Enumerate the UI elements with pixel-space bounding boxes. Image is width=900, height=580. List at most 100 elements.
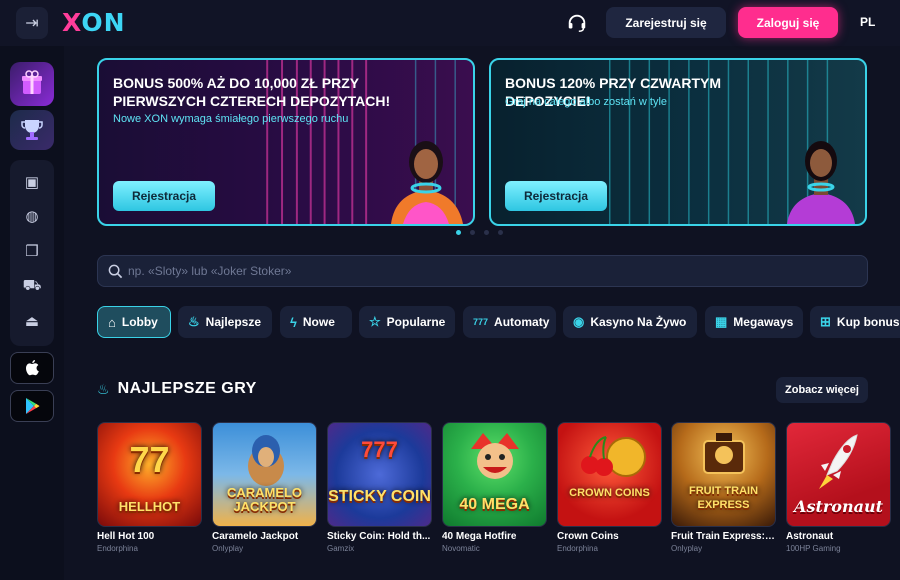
promo-banner-welcome[interactable]: BONUS 500% AŻ DO 10,000 ZŁ PRZY PIERWSZY… (97, 58, 475, 226)
game-card[interactable]: 777 STICKY COIN Sticky Coin: Hold th... … (327, 422, 432, 553)
slot-777-icon: 777 (473, 317, 489, 327)
sidebar-bonus-gift[interactable] (10, 62, 54, 106)
game-title: Sticky Coin: Hold th... (327, 531, 431, 542)
basketball-icon: ◍ (25, 208, 39, 225)
banner-register-button[interactable]: Rejestracja (113, 181, 215, 211)
live-chip-icon: ◉ (573, 314, 585, 329)
carousel-dot[interactable] (484, 230, 489, 235)
tab-automaty[interactable]: 777 Automaty (463, 306, 556, 338)
megaways-icon: ▦ (715, 314, 728, 329)
game-thumbnail[interactable]: 777 STICKY COIN (327, 422, 432, 527)
game-card[interactable]: FRUIT TRAIN EXPRESS Fruit Train Express:… (671, 422, 776, 553)
sidebar-item-sports[interactable]: ◍ (10, 201, 54, 231)
game-thumbnail[interactable]: 77 HELLHOT (97, 422, 202, 527)
game-card[interactable]: CROWN COINS Crown Coins Endorphina (557, 422, 662, 553)
game-card[interactable]: 77 HELLHOT Hell Hot 100 Endorphina (97, 422, 202, 553)
headset-support-icon[interactable] (566, 12, 588, 34)
slot-machine-icon: ▣ (24, 174, 40, 191)
section-header: ♨ NAJLEPSZE GRY (97, 380, 257, 398)
sidebar-item-promotions[interactable]: ❒ (10, 236, 54, 266)
banner-subtitle: Nowe XON wymaga śmiałego pierwszego ruch… (113, 113, 349, 125)
google-play-button[interactable] (10, 390, 54, 422)
game-title: Astronaut (786, 531, 834, 542)
game-thumbnail[interactable]: 40 MEGA (442, 422, 547, 527)
flame-icon: ♨ (97, 380, 110, 397)
game-search (97, 255, 868, 287)
carousel-dot[interactable] (470, 230, 475, 235)
tab-popularne[interactable]: ☆ Popularne (359, 306, 455, 338)
sidebar: ▣ ◍ ❒ ⛟ ⏏ (0, 46, 64, 580)
tab-megaways[interactable]: ▦ Megaways (705, 306, 803, 338)
banner-subtitle: Graj na całego albo zostań w tyle (505, 96, 668, 108)
language-selector[interactable]: PL (860, 15, 875, 29)
cart-icon: ⛟ (22, 276, 42, 294)
female-character-illustration (391, 141, 463, 224)
category-tabs: ⌂ Lobby ♨ Najlepsze ϟ Nowe ☆ Popularne 777 Au… (97, 306, 900, 338)
game-provider: Endorphina (97, 544, 138, 553)
tab-najlepsze[interactable]: ♨ Najlepsze (178, 306, 272, 338)
train-art (703, 433, 745, 474)
game-title: Crown Coins (557, 531, 619, 542)
trophy-icon (21, 120, 43, 140)
apple-icon (26, 360, 39, 376)
sidebar-tournaments[interactable] (10, 110, 54, 150)
llama-character-art (248, 435, 284, 486)
game-provider: Onlyplay (671, 544, 703, 553)
tab-kasyno-na-zywo[interactable]: ◉ Kasyno Na Żywo (563, 306, 697, 338)
login-button[interactable]: Zaloguj się (738, 7, 838, 38)
rocket-art (819, 434, 858, 489)
tab-lobby[interactable]: ⌂ Lobby (97, 306, 171, 338)
carousel-dot[interactable] (498, 230, 503, 235)
gift-box-icon (22, 70, 42, 94)
game-provider: Gamzix (327, 544, 355, 553)
carousel-dot[interactable] (456, 230, 461, 235)
promo-banner-fourth-deposit[interactable]: BONUS 120% PRZY CZWARTYM DEPOZYCIE! Graj… (489, 58, 867, 226)
jester-character-art (471, 433, 519, 479)
lightning-icon: ϟ (290, 314, 297, 330)
game-provider: 100HP Gaming (786, 544, 841, 553)
banner-title: BONUS 500% AŻ DO 10,000 ZŁ PRZY PIERWSZY… (113, 75, 391, 109)
lucky-sevens-art: 77 (129, 439, 170, 480)
gift-icon: ❒ (25, 243, 39, 260)
section-title: NAJLEPSZE GRY (117, 380, 257, 397)
sevens-art: 777 (361, 437, 398, 462)
tab-kup-bonus[interactable]: ⊞ Kup bonus (810, 306, 900, 338)
female-character-illustration (787, 141, 855, 224)
game-provider: Onlyplay (212, 544, 244, 553)
game-card[interactable]: 40 MEGA 40 Mega Hotfire Novomatic (442, 422, 547, 553)
game-thumbnail[interactable]: Astronaut (786, 422, 891, 527)
bonus-icon: ⊞ (820, 314, 831, 329)
see-more-button[interactable]: Zobacz więcej (776, 377, 868, 403)
search-icon (108, 264, 123, 279)
sidebar-item-slots[interactable]: ▣ (10, 167, 54, 197)
game-title: Caramelo Jackpot (212, 531, 299, 542)
cherry-coin-art (581, 436, 646, 477)
game-title: 40 Mega Hotfire (442, 531, 517, 542)
sidebar-item-leaderboard[interactable]: ⏏ (10, 306, 54, 336)
home-icon: ⌂ (108, 314, 116, 330)
banner-register-button[interactable]: Rejestracja (505, 181, 607, 211)
game-title: Fruit Train Express: ... (671, 531, 776, 542)
game-provider: Novomatic (442, 544, 480, 553)
carousel-dots (456, 230, 503, 235)
brand-logo[interactable]: XON (62, 8, 126, 37)
game-thumbnail[interactable]: FRUIT TRAIN EXPRESS (671, 422, 776, 527)
register-button[interactable]: Zarejestruj się (606, 7, 726, 38)
game-card[interactable]: CARAMELO JACKPOT Caramelo Jackpot Onlypl… (212, 422, 317, 553)
star-icon: ☆ (369, 314, 381, 329)
tab-nowe[interactable]: ϟ Nowe (280, 306, 352, 338)
podium-icon: ⏏ (24, 313, 40, 330)
app-store-button[interactable] (10, 352, 54, 384)
arrow-right-bar-icon: ⇥ (25, 15, 39, 32)
game-card[interactable]: Astronaut Astronaut 100HP Gaming (786, 422, 891, 553)
game-title: Hell Hot 100 (97, 531, 155, 542)
flame-icon: ♨ (188, 314, 200, 329)
sidebar-item-shop[interactable]: ⛟ (10, 271, 54, 301)
game-thumbnail[interactable]: CARAMELO JACKPOT (212, 422, 317, 527)
top-header: ⇥ XON Zarejestruj się Zaloguj się PL (0, 0, 900, 46)
game-provider: Endorphina (557, 544, 598, 553)
game-thumbnail[interactable]: CROWN COINS (557, 422, 662, 527)
expand-sidebar-button[interactable]: ⇥ (16, 7, 48, 39)
search-input[interactable] (128, 256, 848, 286)
google-play-icon (26, 398, 40, 414)
